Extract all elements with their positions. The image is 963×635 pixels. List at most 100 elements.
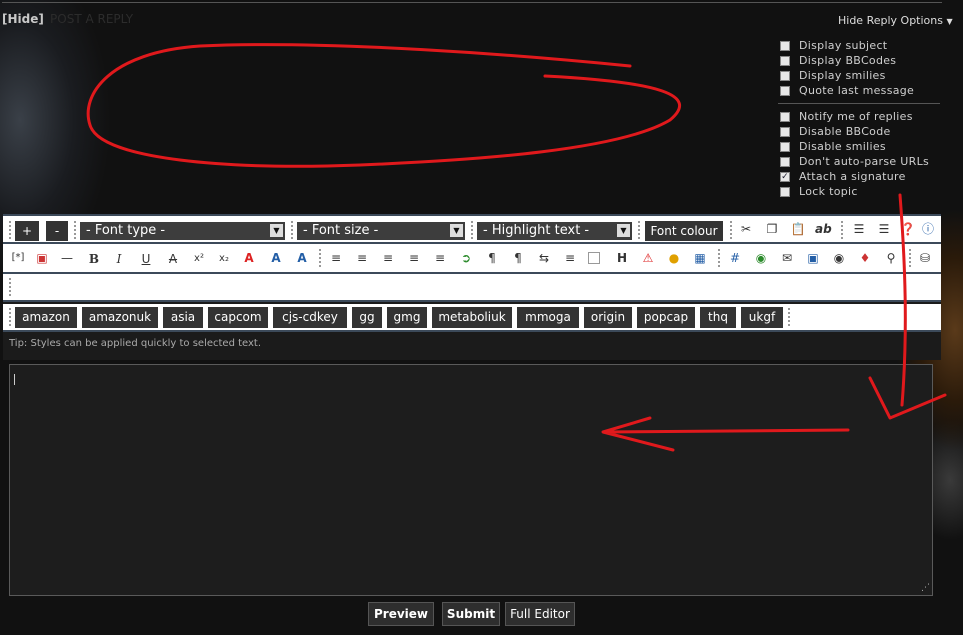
checkbox-checked[interactable]: ✓ xyxy=(780,171,790,182)
calendar-icon[interactable]: ▣ xyxy=(34,250,50,266)
text-caret xyxy=(14,374,15,385)
outdent-icon[interactable]: ⇆ xyxy=(536,250,552,266)
info-icon[interactable]: ⓘ xyxy=(920,221,936,237)
bbcode-gg[interactable]: gg xyxy=(352,307,382,328)
help-icon[interactable]: ❓ xyxy=(900,221,916,237)
bullet-list-icon[interactable]: ☰ xyxy=(851,221,867,237)
bbcode-amazonuk[interactable]: amazonuk xyxy=(82,307,158,328)
list-item-button[interactable]: [*] xyxy=(8,250,28,266)
italic-icon[interactable]: I xyxy=(111,251,127,267)
search-icon[interactable]: ⚲ xyxy=(883,250,899,266)
option-disable-smilies[interactable]: Disable smilies xyxy=(778,139,940,154)
indent-icon[interactable]: ≡ xyxy=(432,250,448,266)
font-size-value: - Font size - xyxy=(303,223,379,238)
globe-link-icon[interactable]: ◉ xyxy=(753,250,769,266)
subscript-icon[interactable]: x₂ xyxy=(216,251,232,267)
toolbar-separator xyxy=(909,249,911,269)
checkbox[interactable] xyxy=(780,126,790,137)
bbcode-amazon[interactable]: amazon xyxy=(15,307,77,328)
hide-reply-options-link[interactable]: Hide Reply Options ▼ xyxy=(838,14,953,27)
email-icon[interactable]: ✉ xyxy=(779,250,795,266)
option-dont-parse-urls[interactable]: Don't auto-parse URLs xyxy=(778,154,940,169)
hide-link[interactable]: [Hide] xyxy=(2,12,44,26)
checkbox[interactable] xyxy=(780,55,790,66)
toolbar-separator xyxy=(788,308,790,328)
highlight-value: - Highlight text - xyxy=(483,223,590,238)
bbcode-origin[interactable]: origin xyxy=(584,307,632,328)
rtl-icon[interactable]: ¶ xyxy=(510,250,526,266)
decrease-button[interactable]: - xyxy=(46,221,68,241)
preview-button[interactable]: Preview xyxy=(368,602,434,626)
bbcode-thq[interactable]: thq xyxy=(700,307,736,328)
text-shadow-icon[interactable]: A xyxy=(268,250,284,266)
hashtag-icon[interactable]: # xyxy=(727,250,743,266)
option-attach-signature[interactable]: ✓ Attach a signature xyxy=(778,169,940,184)
bbcode-ukgf[interactable]: ukgf xyxy=(741,307,783,328)
font-colour-button[interactable]: Font colour xyxy=(645,221,723,241)
text-glow-icon[interactable]: A xyxy=(294,250,310,266)
bbcode-capcom[interactable]: capcom xyxy=(208,307,268,328)
flash-icon[interactable]: ♦ xyxy=(857,250,873,266)
copy-icon[interactable]: ❐ xyxy=(764,221,780,237)
paragraph-icon[interactable]: ≡ xyxy=(562,250,578,266)
bbcode-cjs-cdkey[interactable]: cjs-cdkey xyxy=(273,307,347,328)
option-display-smilies[interactable]: Display smilies xyxy=(778,68,940,83)
message-textarea[interactable]: ⋰ xyxy=(9,364,933,596)
increase-button[interactable]: + xyxy=(15,221,39,241)
box-icon[interactable] xyxy=(588,252,600,264)
video-icon[interactable]: ⛁ xyxy=(917,250,933,266)
checkbox[interactable] xyxy=(780,186,790,197)
option-notify-replies[interactable]: Notify me of replies xyxy=(778,109,940,124)
align-justify-icon[interactable]: ≡ xyxy=(328,250,344,266)
ltr-icon[interactable]: ¶ xyxy=(484,250,500,266)
bbcode-asia[interactable]: asia xyxy=(163,307,203,328)
spellcheck-icon[interactable]: ab xyxy=(815,221,832,237)
align-right-icon[interactable]: ≡ xyxy=(406,250,422,266)
toolbar-row-format: + - - Font type - ▼ - Font size - ▼ - High… xyxy=(3,214,941,244)
font-size-select[interactable]: - Font size - ▼ xyxy=(297,222,465,240)
highlight-select[interactable]: - Highlight text - ▼ xyxy=(477,222,632,240)
text-color-icon[interactable]: A xyxy=(241,250,257,266)
bbcode-popcap[interactable]: popcap xyxy=(637,307,695,328)
speech-bubble-icon[interactable]: ● xyxy=(666,250,682,266)
option-label: Lock topic xyxy=(799,185,858,198)
custom-bbcodes-row: amazon amazonuk asia capcom cjs-cdkey gg… xyxy=(3,304,941,332)
bbcode-mmoga[interactable]: mmoga xyxy=(517,307,579,328)
checkbox[interactable] xyxy=(780,156,790,167)
heading-icon[interactable]: H xyxy=(614,250,630,266)
cut-icon[interactable]: ✂ xyxy=(738,221,754,237)
checkbox[interactable] xyxy=(780,70,790,81)
bbcode-metaboliuk[interactable]: metaboliuk xyxy=(432,307,512,328)
option-label: Notify me of replies xyxy=(799,110,913,123)
option-disable-bbcode[interactable]: Disable BBCode xyxy=(778,124,940,139)
checkbox[interactable] xyxy=(780,40,790,51)
bbcode-gmg[interactable]: gmg xyxy=(387,307,427,328)
checkbox[interactable] xyxy=(780,85,790,96)
option-display-subject[interactable]: Display subject xyxy=(778,38,940,53)
media-icon[interactable]: ◉ xyxy=(831,250,847,266)
image-icon[interactable]: ▣ xyxy=(805,250,821,266)
checkbox[interactable] xyxy=(780,141,790,152)
move-icon[interactable]: ➲ xyxy=(458,250,474,266)
superscript-icon[interactable]: x² xyxy=(191,251,207,267)
chevron-down-icon: ▼ xyxy=(270,224,283,237)
numbered-list-icon[interactable]: ☰ xyxy=(876,221,892,237)
horizontal-rule-icon[interactable]: — xyxy=(59,250,75,266)
option-label: Quote last message xyxy=(799,84,915,97)
bold-icon[interactable]: B xyxy=(86,251,102,267)
resize-grip-icon[interactable]: ⋰ xyxy=(921,583,930,593)
warning-icon[interactable]: ⚠ xyxy=(640,250,656,266)
option-display-bbcodes[interactable]: Display BBCodes xyxy=(778,53,940,68)
strikethrough-icon[interactable]: A xyxy=(165,251,181,267)
full-editor-button[interactable]: Full Editor xyxy=(505,602,575,626)
align-center-icon[interactable]: ≡ xyxy=(380,250,396,266)
option-quote-last-message[interactable]: Quote last message xyxy=(778,83,940,98)
option-lock-topic[interactable]: Lock topic xyxy=(778,184,940,199)
paste-icon[interactable]: 📋 xyxy=(790,221,806,237)
checkbox[interactable] xyxy=(780,111,790,122)
table-icon[interactable]: ▦ xyxy=(692,250,708,266)
underline-icon[interactable]: U xyxy=(138,251,154,267)
align-left-icon[interactable]: ≡ xyxy=(354,250,370,266)
submit-button[interactable]: Submit xyxy=(442,602,500,626)
font-type-select[interactable]: - Font type - ▼ xyxy=(80,222,285,240)
